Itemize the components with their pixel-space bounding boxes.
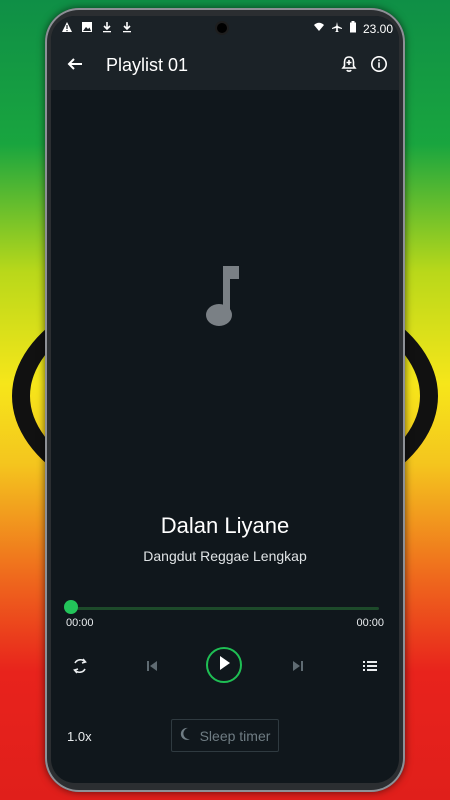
back-button[interactable] <box>61 52 89 80</box>
previous-button[interactable] <box>136 652 168 684</box>
warning-icon <box>61 21 73 36</box>
add-notification-button[interactable] <box>335 52 363 80</box>
wifi-icon <box>313 21 325 36</box>
airplane-icon <box>331 21 343 36</box>
music-player-screen: 23.00 Playlist 01 Dalan Liyane Dangdut R… <box>51 16 399 783</box>
queue-button[interactable] <box>354 652 386 684</box>
download-icon <box>101 21 113 36</box>
image-icon <box>81 21 93 36</box>
info-button[interactable] <box>365 52 393 80</box>
play-button[interactable] <box>206 647 242 683</box>
album-art-placeholder <box>204 260 246 330</box>
elapsed-time: 00:00 <box>66 617 94 629</box>
page-title: Playlist 01 <box>106 55 189 75</box>
playback-speed-button[interactable]: 1.0x <box>67 729 92 744</box>
queue-icon <box>362 658 378 679</box>
status-time: 23.00 <box>362 21 393 36</box>
next-icon <box>291 659 305 678</box>
download-icon-2 <box>121 21 133 36</box>
status-bar: 23.00 <box>51 16 399 42</box>
repeat-icon <box>71 657 89 680</box>
app-bar: Playlist 01 <box>51 42 399 90</box>
play-icon <box>217 655 231 676</box>
next-button[interactable] <box>282 652 314 684</box>
duration-time: 00:00 <box>356 617 384 629</box>
info-icon <box>370 55 388 78</box>
arrow-left-icon <box>66 55 84 78</box>
status-right-icons: 23.00 <box>313 21 393 36</box>
add-notification-icon <box>340 55 358 78</box>
progress-bar[interactable] <box>71 607 379 610</box>
battery-icon <box>349 21 357 36</box>
sleep-timer-button[interactable]: Sleep timer <box>171 719 279 752</box>
music-note-icon <box>204 266 246 334</box>
progress-thumb[interactable] <box>64 600 78 614</box>
repeat-button[interactable] <box>64 652 96 684</box>
status-left-icons <box>61 21 133 36</box>
previous-icon <box>145 659 159 678</box>
moon-icon <box>180 727 192 744</box>
track-title: Dalan Liyane <box>160 513 290 538</box>
track-artist: Dangdut Reggae Lengkap <box>143 548 307 564</box>
front-camera <box>217 23 227 33</box>
sleep-timer-label: Sleep timer <box>199 727 271 744</box>
